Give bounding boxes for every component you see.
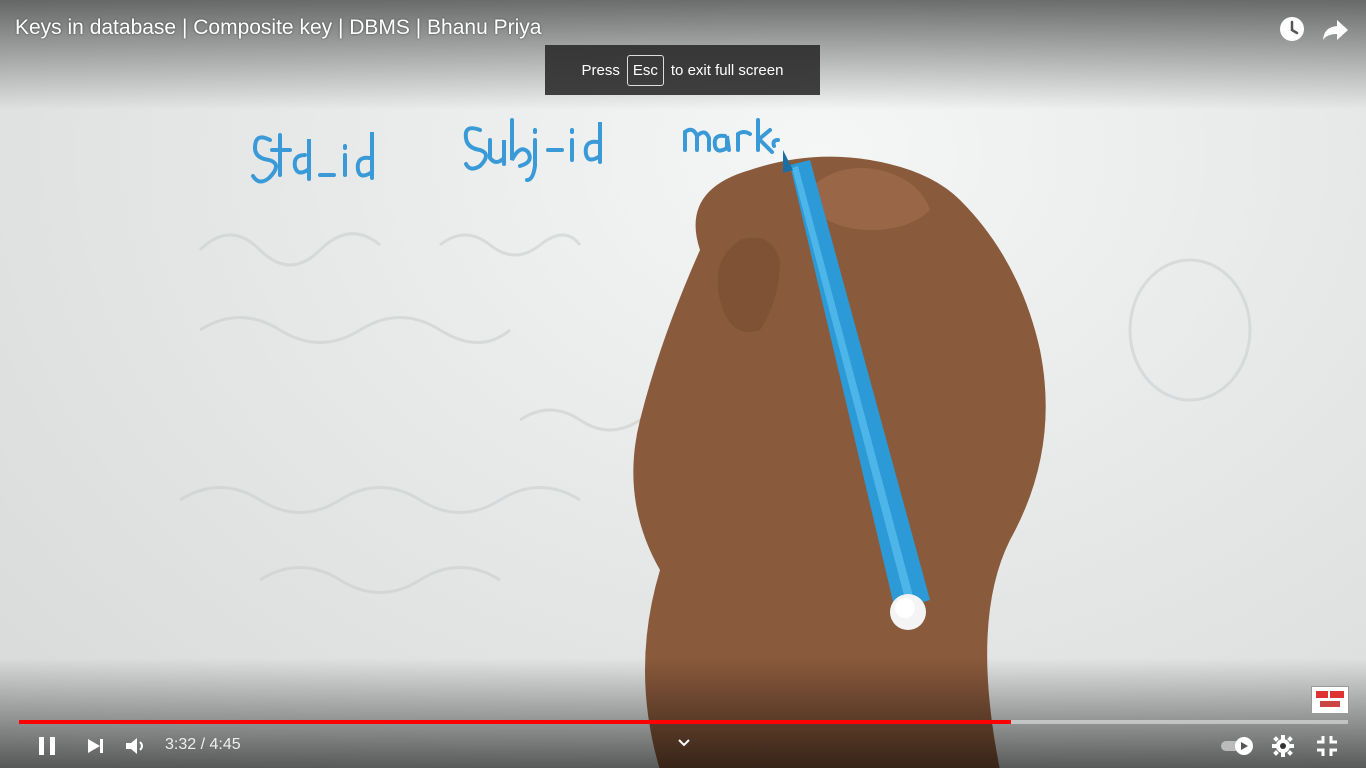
settings-gear-icon[interactable] (1272, 735, 1294, 757)
whiteboard-scene (179, 118, 1252, 768)
time-display: 3:32 / 4:45 (165, 736, 241, 753)
autoplay-toggle[interactable] (1219, 735, 1257, 757)
notice-prefix: Press (581, 61, 620, 79)
esc-key-badge: Esc (626, 54, 664, 86)
video-title[interactable]: Keys in database | Composite key | DBMS … (15, 16, 541, 40)
chevron-up-icon[interactable] (676, 735, 692, 751)
watch-later-icon[interactable] (1277, 14, 1307, 44)
notice-suffix: to exit full screen (670, 61, 784, 79)
channel-branding-watermark[interactable] (1311, 686, 1349, 714)
progress-played (19, 720, 1012, 724)
volume-icon[interactable] (124, 735, 148, 757)
share-icon[interactable] (1321, 14, 1351, 44)
exit-fullscreen-icon[interactable] (1316, 735, 1338, 757)
video-frame[interactable] (0, 0, 1366, 768)
video-player[interactable]: Keys in database | Composite key | DBMS … (0, 0, 1366, 768)
pause-icon[interactable] (36, 735, 58, 757)
progress-bar[interactable] (19, 720, 1348, 724)
fullscreen-exit-notice: Press Esc to exit full screen (545, 45, 820, 95)
next-icon[interactable] (85, 736, 107, 756)
